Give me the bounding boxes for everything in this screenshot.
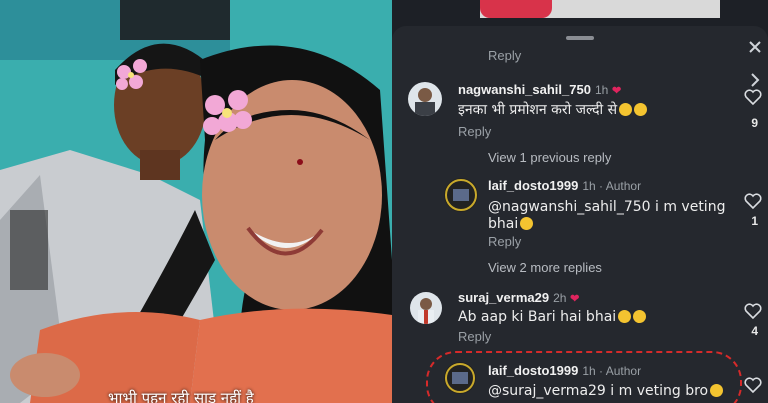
author-badge: Author <box>605 364 642 378</box>
avatar[interactable] <box>408 82 442 116</box>
view-more-replies-link[interactable]: View 2 more replies <box>488 260 602 275</box>
username-text[interactable]: nagwanshi_sahil_750 <box>458 82 591 97</box>
reply-link[interactable]: Reply <box>488 234 521 249</box>
comment-time: 2h <box>553 291 567 305</box>
video-caption: भाभी पहन रही साड़ नहीं है <box>108 389 254 403</box>
comment-text: Ab aap ki Bari hai bhai <box>458 309 647 325</box>
like-count: 9 <box>751 116 758 130</box>
comment-text-line1: @nagwanshi_sahil_750 i m veting <box>488 199 726 215</box>
like-heart-icon[interactable] <box>744 88 762 106</box>
comment-text: इनका भी प्रमोशन करो जल्दी से <box>458 100 648 119</box>
top-reply-link[interactable]: Reply <box>488 48 521 63</box>
comment-text-content: bhai <box>488 216 519 232</box>
like-heart-icon[interactable] <box>744 192 762 210</box>
smirk-emoji-icon <box>710 384 724 397</box>
video-preview-strip[interactable] <box>480 0 720 18</box>
avatar[interactable] <box>410 292 442 324</box>
avatar[interactable] <box>444 178 478 212</box>
comment-time: 1h <box>582 179 596 193</box>
avatar[interactable] <box>444 362 476 394</box>
view-previous-replies-link[interactable]: View 1 previous reply <box>488 150 611 165</box>
comment-username[interactable]: nagwanshi_sahil_750 1h ❤ <box>458 82 621 97</box>
like-heart-icon[interactable] <box>744 376 762 394</box>
username-text[interactable]: laif_dosto1999 <box>488 178 578 193</box>
comment-text-content: Ab aap ki Bari hai bhai <box>458 309 617 325</box>
laugh-emoji-icon <box>520 217 534 230</box>
laugh-emoji-icon <box>633 310 647 323</box>
like-count: 1 <box>751 214 758 228</box>
comment-username[interactable]: laif_dosto1999 1h · Author <box>488 178 641 193</box>
chevron-icon <box>751 73 760 87</box>
heart-icon: ❤ <box>570 293 580 305</box>
author-badge: Author <box>605 179 642 193</box>
close-icon <box>749 41 761 53</box>
comment-text-content: @suraj_verma29 i m veting bro <box>488 383 709 399</box>
comments-panel: Reply nagwanshi_sahil_750 1h ❤ इनका भी प्… <box>392 0 768 403</box>
laugh-emoji-icon <box>634 103 648 116</box>
comment-username[interactable]: suraj_verma29 2h ❤ <box>458 290 579 305</box>
sheet-drag-handle[interactable] <box>566 36 594 40</box>
like-heart-icon[interactable] <box>744 302 762 320</box>
comment-text: @suraj_verma29 i m veting bro <box>488 383 724 399</box>
comment-text-content: इनका भी प्रमोशन करो जल्दी से <box>458 102 618 118</box>
like-count: 4 <box>751 324 758 338</box>
comment-time: 1h <box>582 364 596 378</box>
selfie-photo: भाभी पहन रही साड़ नहीं है <box>0 0 392 403</box>
laugh-emoji-icon <box>618 310 632 323</box>
reply-link[interactable]: Reply <box>458 124 491 139</box>
selfie-illustration <box>0 0 392 403</box>
comment-text-line2: bhai <box>488 216 534 232</box>
comment-time: 1h <box>594 83 609 97</box>
username-text[interactable]: suraj_verma29 <box>458 290 549 305</box>
heart-icon: ❤ <box>611 85 622 97</box>
laugh-emoji-icon <box>619 103 633 116</box>
comment-username[interactable]: laif_dosto1999 1h · Author <box>488 363 641 378</box>
reply-link[interactable]: Reply <box>458 329 491 344</box>
username-text[interactable]: laif_dosto1999 <box>488 363 578 378</box>
